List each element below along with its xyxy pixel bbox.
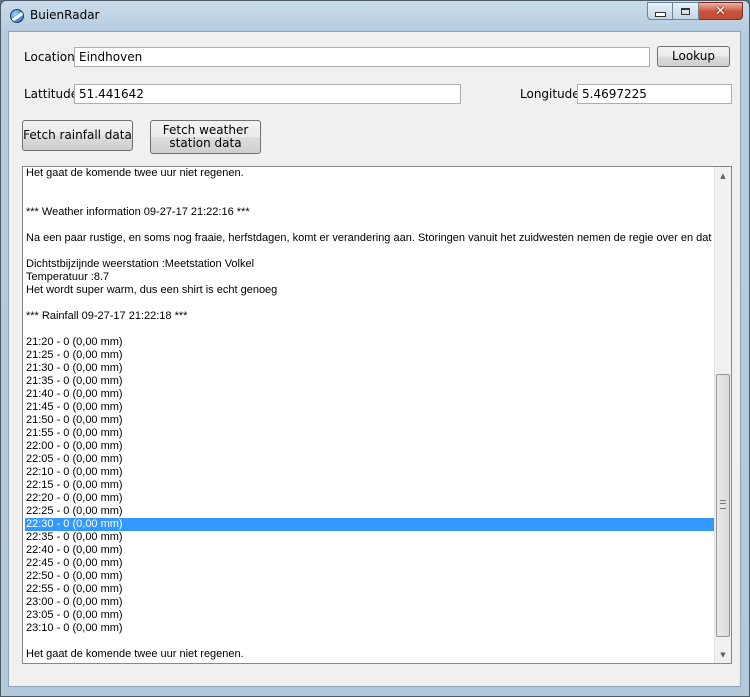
output-line: Temperatuur :8.7 — [26, 271, 110, 283]
scroll-up-button[interactable]: ▲ — [715, 167, 731, 184]
maximize-button[interactable] — [673, 2, 699, 20]
output-line: Dichtstbijzijnde weerstation :Meetstatio… — [26, 258, 255, 270]
output-textbox[interactable]: Het gaat de komende twee uur niet regene… — [22, 166, 732, 664]
arrow-down-icon: ▼ — [720, 650, 726, 659]
output-line: 21:25 - 0 (0,00 mm) — [26, 349, 123, 361]
vertical-scrollbar[interactable]: ▲ ▼ — [714, 167, 731, 663]
app-globe-icon — [10, 9, 24, 23]
output-line: 23:00 - 0 (0,00 mm) — [26, 596, 123, 608]
arrow-up-icon: ▲ — [720, 171, 726, 180]
title-bar[interactable]: BuienRadar ✕ — [1, 1, 749, 31]
output-line: Het wordt super warm, dus een shirt is e… — [26, 284, 278, 296]
scroll-down-button[interactable]: ▼ — [715, 646, 731, 663]
close-button[interactable]: ✕ — [699, 2, 743, 20]
output-line: 22:10 - 0 (0,00 mm) — [26, 466, 123, 478]
longitude-label: Longitude — [520, 87, 580, 101]
output-line: 22:05 - 0 (0,00 mm) — [26, 453, 123, 465]
location-label: Location — [24, 50, 75, 64]
app-window: BuienRadar ✕ Location Lookup Lattitude L… — [0, 0, 750, 697]
output-line: *** Weather information 09-27-17 21:22:1… — [26, 206, 250, 218]
output-line: 23:05 - 0 (0,00 mm) — [26, 609, 123, 621]
close-icon: ✕ — [715, 3, 726, 19]
output-line: Na een paar rustige, en soms nog fraaie,… — [26, 232, 714, 244]
output-line: *** Rainfall 09-27-17 21:22:18 *** — [26, 310, 188, 322]
output-line: 21:40 - 0 (0,00 mm) — [26, 388, 123, 400]
scroll-thumb[interactable] — [716, 374, 730, 637]
minimize-icon — [654, 11, 666, 17]
window-title: BuienRadar — [30, 8, 100, 22]
output-line: 22:40 - 0 (0,00 mm) — [26, 544, 123, 556]
output-line: Het gaat de komende twee uur niet regene… — [26, 167, 244, 179]
output-line-selected: 22:30 - 0 (0,00 mm) — [25, 518, 714, 531]
client-area: Location Lookup Lattitude Longitude Fetc… — [8, 31, 741, 687]
output-line: 22:00 - 0 (0,00 mm) — [26, 440, 123, 452]
minimize-button[interactable] — [647, 2, 673, 20]
output-line: 22:45 - 0 (0,00 mm) — [26, 557, 123, 569]
output-line: 21:35 - 0 (0,00 mm) — [26, 375, 123, 387]
output-line: 21:55 - 0 (0,00 mm) — [26, 427, 123, 439]
lookup-button[interactable]: Lookup — [657, 46, 730, 67]
output-line: 22:25 - 0 (0,00 mm) — [26, 505, 123, 517]
latitude-input[interactable] — [74, 84, 461, 104]
fetch-rainfall-button[interactable]: Fetch rainfall data — [22, 120, 133, 151]
output-line: 22:20 - 0 (0,00 mm) — [26, 492, 123, 504]
window-controls: ✕ — [647, 2, 743, 20]
output-line: 22:50 - 0 (0,00 mm) — [26, 570, 123, 582]
latitude-label: Lattitude — [24, 87, 79, 101]
location-input[interactable] — [74, 47, 650, 67]
output-line: 22:35 - 0 (0,00 mm) — [26, 531, 123, 543]
output-line: 22:15 - 0 (0,00 mm) — [26, 479, 123, 491]
output-line: 21:20 - 0 (0,00 mm) — [26, 336, 123, 348]
output-line: 21:50 - 0 (0,00 mm) — [26, 414, 123, 426]
output-line: 23:10 - 0 (0,00 mm) — [26, 622, 123, 634]
output-line: 22:55 - 0 (0,00 mm) — [26, 583, 123, 595]
output-lines: Het gaat de komende twee uur niet regene… — [25, 167, 714, 661]
output-line: 21:45 - 0 (0,00 mm) — [26, 401, 123, 413]
longitude-input[interactable] — [577, 84, 732, 104]
output-line: 21:30 - 0 (0,00 mm) — [26, 362, 123, 374]
maximize-icon — [681, 7, 690, 15]
fetch-weather-station-button[interactable]: Fetch weather station data — [150, 120, 261, 154]
grip-icon — [720, 500, 726, 509]
output-line: Het gaat de komende twee uur niet regene… — [26, 648, 244, 660]
